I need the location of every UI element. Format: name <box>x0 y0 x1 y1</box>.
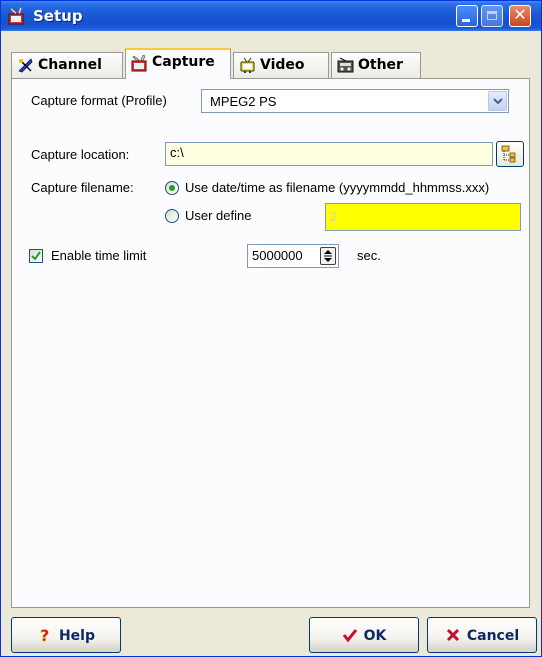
close-icon <box>446 628 459 642</box>
svg-text:?: ? <box>40 627 49 643</box>
tab-channel-label: Channel <box>38 57 102 73</box>
tab-capture-label: Capture <box>152 54 215 70</box>
title-bar[interactable]: Setup ✕ <box>1 1 541 31</box>
capture-format-select[interactable]: MPEG2 PS <box>201 89 509 113</box>
folder-tree-icon <box>501 145 516 163</box>
checkmark-icon <box>31 251 41 261</box>
radio-user-define[interactable] <box>165 209 179 223</box>
enable-time-limit-checkbox[interactable] <box>29 249 43 263</box>
radio-icon <box>337 57 354 73</box>
close-button[interactable]: ✕ <box>509 5 531 27</box>
time-limit-unit: sec. <box>357 248 381 263</box>
tab-other[interactable]: Other <box>331 52 421 78</box>
capture-panel: Capture format (Profile) MPEG2 PS Captur… <box>11 78 530 608</box>
tab-channel[interactable]: Channel <box>11 52 123 78</box>
capture-location-input[interactable]: c:\ <box>165 142 493 166</box>
close-icon: ✕ <box>513 5 527 24</box>
radio-user-define-label: User define <box>185 208 252 223</box>
help-label: Help <box>58 628 96 644</box>
time-limit-spinner[interactable]: 5000000 <box>247 244 339 268</box>
capture-format-value: MPEG2 PS <box>210 94 277 109</box>
ok-button[interactable]: OK <box>309 617 419 653</box>
time-limit-value: 5000000 <box>252 248 303 263</box>
capture-icon <box>131 55 147 72</box>
capture-location-label: Capture location: <box>31 147 130 162</box>
cancel-label: Cancel <box>466 628 520 644</box>
capture-format-label: Capture format (Profile) <box>31 93 167 108</box>
checkmark-icon <box>342 629 357 643</box>
chevron-down-icon[interactable] <box>488 91 507 111</box>
help-button[interactable]: ? Help <box>11 617 121 653</box>
satellite-icon <box>18 58 33 73</box>
spinner-arrows-icon[interactable] <box>320 247 336 265</box>
user-define-input[interactable]: 2 <box>325 203 521 231</box>
tab-capture[interactable]: Capture <box>125 48 231 79</box>
tab-other-label: Other <box>358 57 403 73</box>
tab-video[interactable]: Video <box>233 52 329 78</box>
cancel-button[interactable]: Cancel <box>427 617 537 653</box>
capture-filename-label: Capture filename: <box>31 180 134 195</box>
minimize-button[interactable] <box>456 5 478 27</box>
maximize-button[interactable] <box>481 5 503 27</box>
app-icon <box>8 6 24 25</box>
radio-datetime-filename[interactable] <box>165 181 179 195</box>
tab-video-label: Video <box>260 57 305 73</box>
window-title: Setup <box>33 7 83 25</box>
browse-folder-button[interactable] <box>496 141 524 167</box>
question-mark-icon: ? <box>40 627 50 643</box>
setup-window: Setup ✕ Channel Capture Video Other Capt… <box>0 0 542 657</box>
radio-datetime-label: Use date/time as filename (yyyymmdd_hhmm… <box>185 180 490 195</box>
tv-icon <box>240 57 255 73</box>
ok-label: OK <box>363 628 387 644</box>
enable-time-limit-label: Enable time limit <box>51 248 147 263</box>
